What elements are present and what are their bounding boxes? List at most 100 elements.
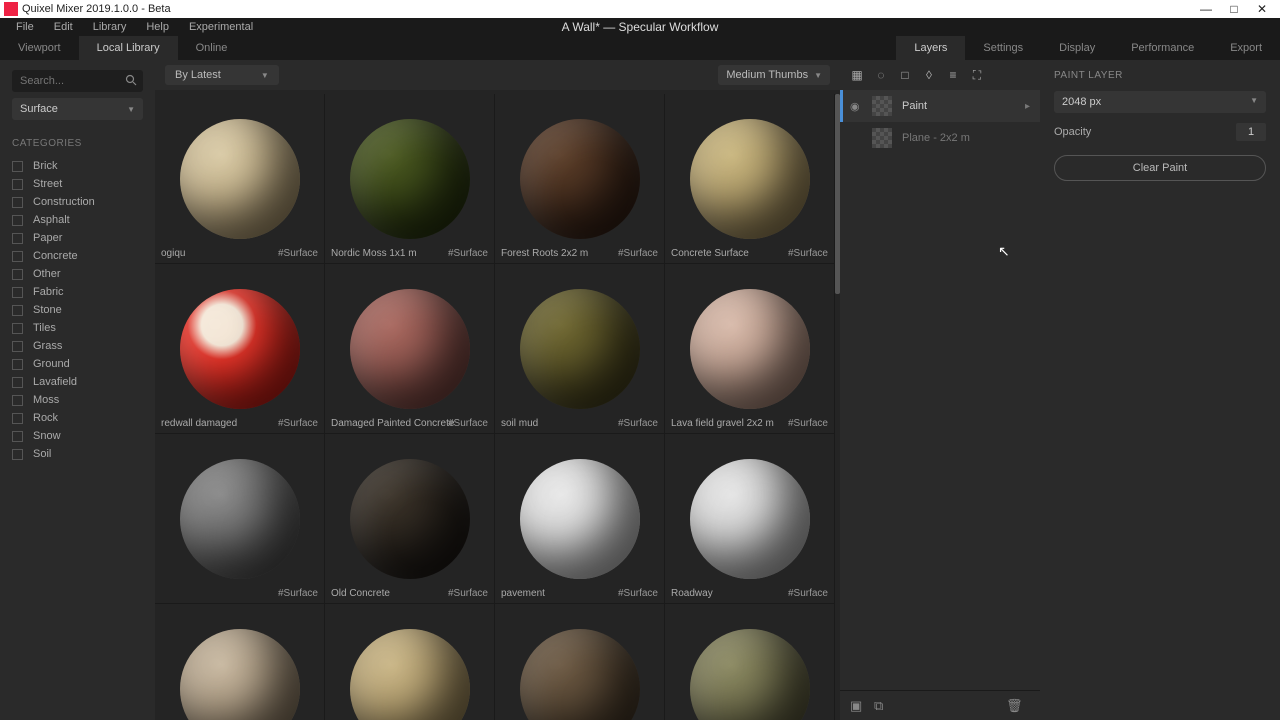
asset-tag: #Surface [618,588,658,599]
category-item[interactable]: Concrete [12,247,143,265]
checkbox-icon[interactable] [12,287,23,298]
lines-tool-icon[interactable]: ≡ [946,68,960,82]
checkbox-icon[interactable] [12,179,23,190]
maximize-button[interactable]: □ [1220,0,1248,18]
tab-online[interactable]: Online [178,36,246,60]
tab-performance[interactable]: Performance [1113,36,1212,60]
checkbox-icon[interactable] [12,269,23,280]
search-input[interactable] [12,70,143,92]
search-icon[interactable] [125,74,137,86]
checkbox-icon[interactable] [12,197,23,208]
checkbox-icon[interactable] [12,323,23,334]
asset-cell[interactable]: redwall damaged#Surface [155,264,325,434]
checkbox-icon[interactable] [12,431,23,442]
category-label: Snow [33,430,61,442]
expand-tool-icon[interactable]: ⛶ [970,68,984,82]
checkbox-icon[interactable] [12,395,23,406]
asset-cell[interactable]: #Surface [155,434,325,604]
asset-cell[interactable]: Old Concrete#Surface [325,434,495,604]
grid-tool-icon[interactable]: ▦ [850,68,864,82]
asset-cell[interactable]: ogiqu#Surface [155,94,325,264]
category-item[interactable]: Stone [12,301,143,319]
chevron-right-icon: ▸ [1025,101,1030,112]
layer-item[interactable]: Plane - 2x2 m [840,122,1040,154]
type-filter-dropdown[interactable]: Surface ▼ [12,98,143,120]
asset-cell[interactable]: Lava field gravel 2x2 m#Surface [665,264,835,434]
visibility-eye-icon[interactable]: ◉ [850,100,862,113]
checkbox-icon[interactable] [12,341,23,352]
menu-file[interactable]: File [6,19,44,35]
water-tool-icon[interactable]: ◊ [922,68,936,82]
library-content: By Latest ▼ Medium Thumbs ▼ ogiqu#Surfac… [155,60,840,720]
tab-layers[interactable]: Layers [896,36,965,60]
asset-cell[interactable]: #Surface [155,604,325,720]
category-item[interactable]: Rock [12,409,143,427]
asset-cell[interactable]: soil mud#Surface [495,264,665,434]
tab-display[interactable]: Display [1041,36,1113,60]
category-item[interactable]: Soil [12,445,143,463]
category-label: Concrete [33,250,78,262]
properties-panel: PAINT LAYER 2048 px ▼ Opacity 1 Clear Pa… [1040,60,1280,720]
checkbox-icon[interactable] [12,449,23,460]
category-item[interactable]: Moss [12,391,143,409]
checkbox-icon[interactable] [12,377,23,388]
thumb-size-dropdown[interactable]: Medium Thumbs ▼ [718,65,830,85]
category-item[interactable]: Fabric [12,283,143,301]
layer-item[interactable]: ◉Paint▸ [840,90,1040,122]
menu-bar: File Edit Library Help Experimental A Wa… [0,18,1280,36]
new-layer-icon[interactable]: ▣ [850,698,866,714]
droplet-tool-icon[interactable]: ◌ [874,68,888,82]
asset-grid[interactable]: ogiqu#SurfaceNordic Moss 1x1 m#SurfaceFo… [155,90,840,720]
resolution-value: 2048 px [1062,96,1101,108]
sort-dropdown[interactable]: By Latest ▼ [165,65,279,85]
resolution-dropdown[interactable]: 2048 px ▼ [1054,91,1266,113]
opacity-value[interactable]: 1 [1236,123,1266,141]
checkbox-icon[interactable] [12,359,23,370]
square-tool-icon[interactable]: □ [898,68,912,82]
close-button[interactable]: ✕ [1248,0,1276,18]
asset-cell[interactable]: Roadway#Surface [665,434,835,604]
asset-name: pavement [501,588,545,599]
category-label: Moss [33,394,59,406]
material-sphere-icon [180,629,300,720]
checkbox-icon[interactable] [12,305,23,316]
category-item[interactable]: Street [12,175,143,193]
tab-settings[interactable]: Settings [965,36,1041,60]
minimize-button[interactable]: — [1192,0,1220,18]
asset-cell[interactable]: #Surface [325,604,495,720]
tab-local-library[interactable]: Local Library [79,36,178,60]
category-item[interactable]: Grass [12,337,143,355]
asset-cell[interactable]: Concrete Surface#Surface [665,94,835,264]
category-item[interactable]: Asphalt [12,211,143,229]
menu-help[interactable]: Help [136,19,179,35]
category-item[interactable]: Lavafield [12,373,143,391]
category-item[interactable]: Paper [12,229,143,247]
checkbox-icon[interactable] [12,251,23,262]
asset-cell[interactable]: pavement #Surface [495,434,665,604]
category-label: Construction [33,196,95,208]
tab-viewport[interactable]: Viewport [0,36,79,60]
checkbox-icon[interactable] [12,233,23,244]
category-item[interactable]: Snow [12,427,143,445]
trash-icon[interactable]: 🗑 [1006,698,1022,714]
asset-cell[interactable]: #Surface [495,604,665,720]
asset-cell[interactable]: #Surface [665,604,835,720]
menu-experimental[interactable]: Experimental [179,19,263,35]
menu-library[interactable]: Library [83,19,137,35]
tab-export[interactable]: Export [1212,36,1280,60]
asset-cell[interactable]: Nordic Moss 1x1 m#Surface [325,94,495,264]
duplicate-layer-icon[interactable]: ⧉ [874,698,890,714]
category-item[interactable]: Construction [12,193,143,211]
checkbox-icon[interactable] [12,161,23,172]
checkbox-icon[interactable] [12,215,23,226]
category-item[interactable]: Other [12,265,143,283]
menu-edit[interactable]: Edit [44,19,83,35]
clear-paint-button[interactable]: Clear Paint [1054,155,1266,181]
layer-thumb-icon [872,96,892,116]
category-item[interactable]: Tiles [12,319,143,337]
category-item[interactable]: Brick [12,157,143,175]
asset-cell[interactable]: Damaged Painted Concrete#Surface [325,264,495,434]
category-item[interactable]: Ground [12,355,143,373]
checkbox-icon[interactable] [12,413,23,424]
asset-cell[interactable]: Forest Roots 2x2 m#Surface [495,94,665,264]
